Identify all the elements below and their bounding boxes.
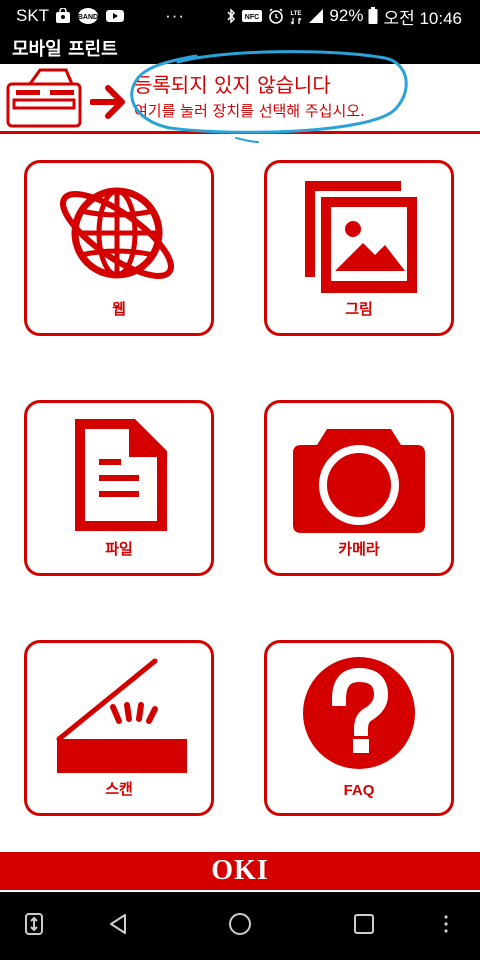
vertical-dots-icon (444, 915, 448, 933)
web-tile[interactable]: 웹 (24, 160, 214, 336)
oki-logo: OKI (211, 855, 269, 886)
pictures-tile-label: 그림 (345, 300, 373, 318)
back-button[interactable] (96, 906, 140, 942)
faq-tile-label: FAQ (343, 782, 375, 799)
pictures-tile[interactable]: 그림 (264, 160, 454, 336)
recent-apps-button[interactable] (342, 906, 386, 942)
back-icon (110, 914, 126, 934)
camera-tile-label: 카메라 (338, 540, 380, 558)
scan-tile-label: 스캔 (105, 780, 133, 798)
faq-tile[interactable]: FAQ (264, 640, 454, 816)
home-icon (229, 913, 251, 935)
camera-tile[interactable]: 카메라 (264, 400, 454, 576)
recent-apps-icon (354, 914, 374, 934)
file-tile-label: 파일 (105, 540, 133, 558)
hand-drawn-circle-annotation (130, 50, 408, 143)
multi-window-button[interactable] (12, 906, 56, 942)
brand-footer: OKI (0, 852, 480, 890)
file-tile[interactable]: 파일 (24, 400, 214, 576)
navigation-bar (0, 892, 480, 960)
scan-tile[interactable]: 스캔 (24, 640, 214, 816)
multi-window-icon (25, 913, 43, 935)
home-button[interactable] (218, 906, 262, 942)
nav-overflow-button[interactable] (424, 906, 468, 942)
web-tile-label: 웹 (112, 300, 126, 318)
